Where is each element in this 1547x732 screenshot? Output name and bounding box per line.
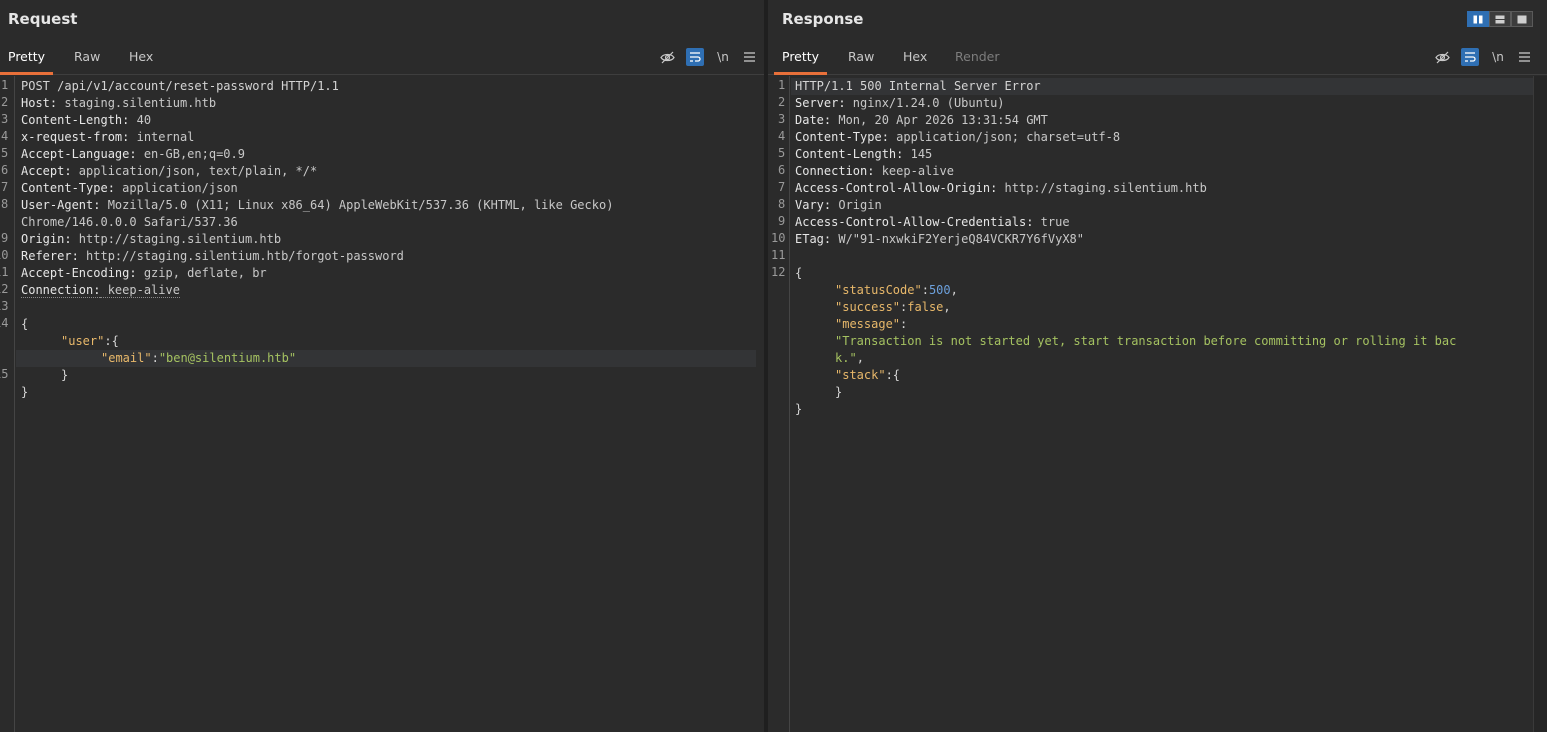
status-line: HTTP/1.1 500 Internal Server Error (795, 79, 1041, 93)
newline-toggle[interactable]: \n (714, 48, 732, 66)
header-line: Accept: application/json, text/plain, */… (21, 164, 318, 178)
line-number: 2 (778, 95, 786, 109)
response-gutter: 1 2 3 4 5 6 7 8 9 10 11 12 (768, 76, 790, 732)
header-line: ETag: W/"91-nxwkiF2YerjeQ84VCKR7Y6fVyX8" (795, 232, 1084, 246)
line-number: 13 (0, 299, 9, 313)
header-line: x-request-from: internal (21, 130, 195, 144)
header-line: Origin: http://staging.silentium.htb (21, 232, 282, 246)
line-number: 7 (778, 180, 786, 194)
header-line-wrapped: Chrome/146.0.0.0 Safari/537.36 (21, 215, 238, 229)
hide-headers-icon[interactable] (1433, 48, 1451, 66)
response-scrollbar[interactable] (1533, 76, 1547, 732)
response-tabs: Pretty Raw Hex Render (768, 44, 1547, 75)
json-stack-line: "stack":{ (835, 368, 901, 382)
menu-icon[interactable] (1515, 48, 1533, 66)
line-number: 5 (778, 146, 786, 160)
response-tab-hex[interactable]: Hex (895, 44, 935, 75)
header-line: Host: staging.silentium.htb (21, 96, 217, 110)
line-number: 9 (1, 231, 9, 245)
header-line: Connection: keep-alive (795, 164, 954, 178)
json-message-key-line: "message": (835, 317, 908, 331)
header-line: Content-Length: 40 (21, 113, 152, 127)
line-number: 4 (778, 129, 786, 143)
response-title: Response (782, 10, 864, 28)
wrap-lines-icon[interactable] (686, 48, 704, 66)
response-pane: Response Pretty Raw Hex Render \n 1 2 3 … (768, 0, 1547, 732)
response-tab-render[interactable]: Render (947, 44, 1008, 75)
line-number: 7 (1, 180, 9, 194)
line-number: 2 (1, 95, 9, 109)
request-tab-raw[interactable]: Raw (66, 44, 108, 75)
json-brace: { (21, 317, 29, 331)
line-number: 9 (778, 214, 786, 228)
json-brace: { (795, 266, 803, 280)
json-email-line: "email":"ben@silentium.htb" (101, 351, 297, 365)
request-gutter: 1 2 3 4 5 6 7 8 9 10 11 12 13 14 15 (0, 76, 15, 732)
header-line: Access-Control-Allow-Origin: http://stag… (795, 181, 1207, 195)
request-tab-hex[interactable]: Hex (121, 44, 161, 75)
line-number: 6 (1, 163, 9, 177)
hide-headers-icon[interactable] (658, 48, 676, 66)
line-number: 3 (1, 112, 9, 126)
line-number: 6 (778, 163, 786, 177)
header-line: User-Agent: Mozilla/5.0 (X11; Linux x86_… (21, 198, 614, 212)
line-number: 12 (0, 282, 9, 296)
line-number: 4 (1, 129, 9, 143)
rows-icon[interactable] (1489, 11, 1511, 27)
request-tabs: Pretty Raw Hex (0, 44, 764, 75)
line-number: 11 (771, 248, 786, 262)
json-statuscode-line: "statusCode":500, (835, 283, 958, 297)
line-number: 5 (1, 146, 9, 160)
request-line: POST /api/v1/account/reset-password HTTP… (21, 79, 339, 93)
json-brace: } (795, 402, 803, 416)
single-icon[interactable] (1511, 11, 1533, 27)
line-number: 1 (778, 78, 786, 92)
wrap-lines-icon[interactable] (1461, 48, 1479, 66)
line-number: 10 (0, 248, 9, 262)
json-message-value-line: "Transaction is not started yet, start t… (835, 334, 1457, 348)
line-number: 10 (771, 231, 786, 245)
response-editor[interactable]: 1 2 3 4 5 6 7 8 9 10 11 12 HTTP/1.1 500 … (768, 76, 1547, 732)
json-brace: } (61, 368, 69, 382)
request-editor[interactable]: 1 2 3 4 5 6 7 8 9 10 11 12 13 14 15 POST… (0, 76, 764, 732)
request-title: Request (8, 10, 78, 28)
line-number: 12 (771, 265, 786, 279)
header-line: Referer: http://staging.silentium.htb/fo… (21, 249, 404, 263)
header-line: Connection: keep-alive (21, 283, 180, 298)
line-number: 11 (0, 265, 9, 279)
line-number: 3 (778, 112, 786, 126)
header-line: Content-Length: 145 (795, 147, 933, 161)
header-line: Server: nginx/1.24.0 (Ubuntu) (795, 96, 1005, 110)
header-line: Accept-Language: en-GB,en;q=0.9 (21, 147, 245, 161)
json-user-line: "user":{ (61, 334, 119, 348)
line-number: 15 (0, 367, 9, 381)
json-brace: } (21, 385, 29, 399)
json-message-value-line-wrapped: k.", (835, 351, 864, 365)
header-line: Date: Mon, 20 Apr 2026 13:31:54 GMT (795, 113, 1048, 127)
menu-icon[interactable] (740, 48, 758, 66)
header-line: Access-Control-Allow-Credentials: true (795, 215, 1070, 229)
request-pane: Request Pretty Raw Hex \n 1 2 3 4 5 6 7 … (0, 0, 764, 732)
json-brace: } (835, 385, 843, 399)
line-number: 8 (778, 197, 786, 211)
response-tab-raw[interactable]: Raw (840, 44, 882, 75)
line-number: 1 (1, 78, 9, 92)
json-success-line: "success":false, (835, 300, 951, 314)
line-number: 8 (1, 197, 9, 211)
header-line: Vary: Origin (795, 198, 882, 212)
newline-toggle[interactable]: \n (1489, 48, 1507, 66)
request-tab-pretty[interactable]: Pretty (0, 44, 54, 75)
header-line: Content-Type: application/json; charset=… (795, 130, 1121, 144)
response-tab-pretty[interactable]: Pretty (774, 44, 828, 75)
header-line: Content-Type: application/json (21, 181, 238, 195)
line-number: 14 (0, 316, 9, 330)
layout-toggle-group (1467, 11, 1533, 27)
header-line: Accept-Encoding: gzip, deflate, br (21, 266, 267, 280)
columns-icon[interactable] (1467, 11, 1489, 27)
